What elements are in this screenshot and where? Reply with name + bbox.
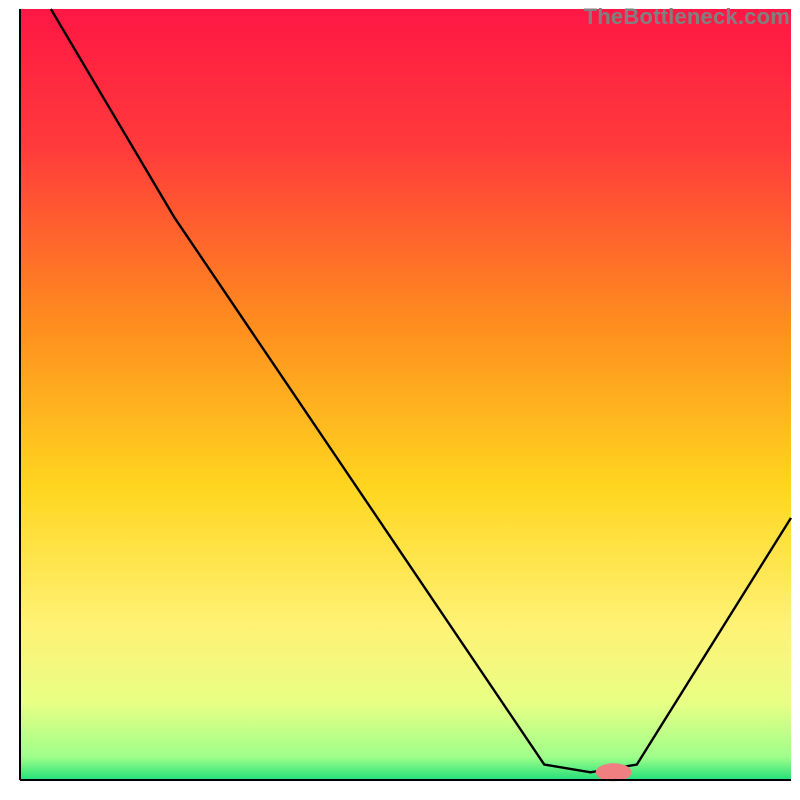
plot-background	[20, 9, 791, 780]
attribution-label: TheBottleneck.com	[584, 4, 790, 30]
bottleneck-chart: TheBottleneck.com	[0, 0, 800, 800]
optimal-marker	[596, 763, 632, 781]
chart-svg	[0, 0, 800, 800]
